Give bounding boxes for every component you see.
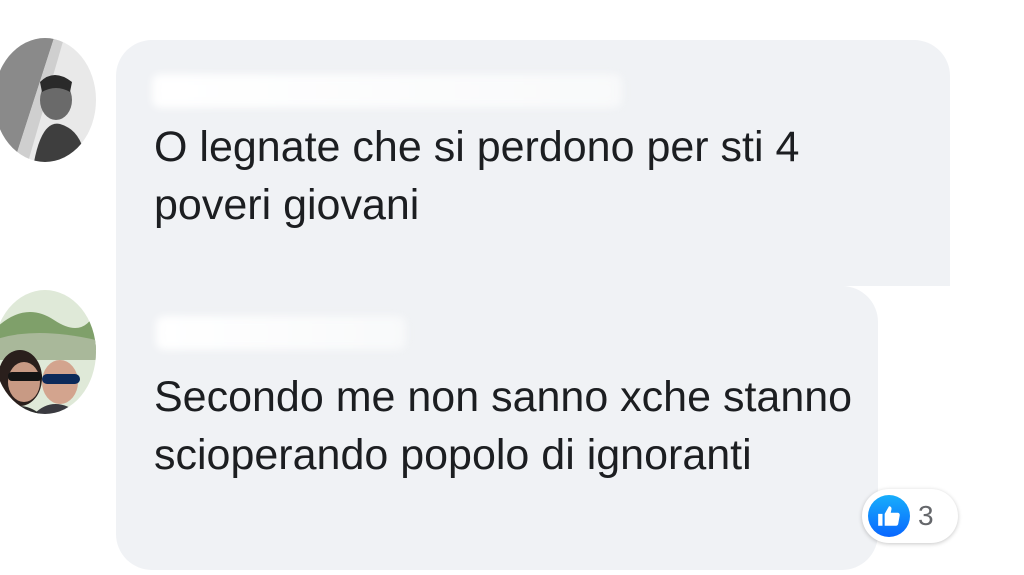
comment-bubble: O legnate che si perdono per sti 4 pover… <box>116 40 950 286</box>
comments-thread: O legnate che si perdono per sti 4 pover… <box>0 0 1024 575</box>
comment-author[interactable] <box>156 316 406 350</box>
reaction-count: 3 <box>918 500 934 531</box>
avatar[interactable] <box>0 290 96 414</box>
like-icon <box>868 495 910 537</box>
avatar-photo <box>0 290 96 414</box>
reaction-summary[interactable]: 3 <box>862 489 958 543</box>
comment-author[interactable] <box>152 74 622 108</box>
comment-text: Secondo me non sanno xche stanno scioper… <box>154 373 853 479</box>
avatar[interactable] <box>0 38 96 162</box>
avatar-photo <box>0 38 96 162</box>
comment-bubble: Secondo me non sanno xche stanno scioper… <box>116 286 878 570</box>
comment-text: O legnate che si perdono per sti 4 pover… <box>154 123 800 229</box>
